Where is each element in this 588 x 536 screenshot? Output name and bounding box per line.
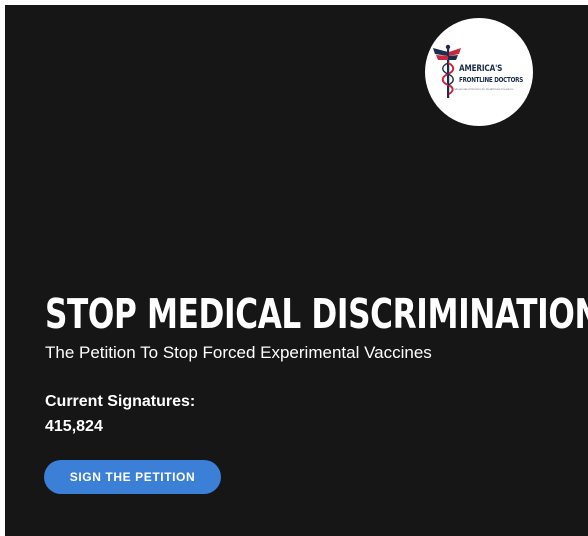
sign-petition-button[interactable]: SIGN THE PETITION	[44, 460, 221, 494]
petition-banner: AMERICA'S FRONTLINE DOCTORS Independent …	[5, 5, 588, 536]
logo-name-line2: FRONTLINE DOCTORS	[459, 75, 524, 84]
organization-logo: AMERICA'S FRONTLINE DOCTORS Independent …	[425, 18, 533, 126]
signatures-count: 415,824	[45, 418, 103, 435]
page-subtitle: The Petition To Stop Forced Experimental…	[45, 343, 432, 362]
signatures-label: Current Signatures:	[45, 393, 196, 410]
logo-name-line1: AMERICA'S	[459, 64, 503, 74]
logo-tagline: Independent Doctors for Healthcare Freed…	[453, 87, 514, 91]
page-title: STOP MEDICAL DISCRIMINATION	[45, 290, 588, 338]
